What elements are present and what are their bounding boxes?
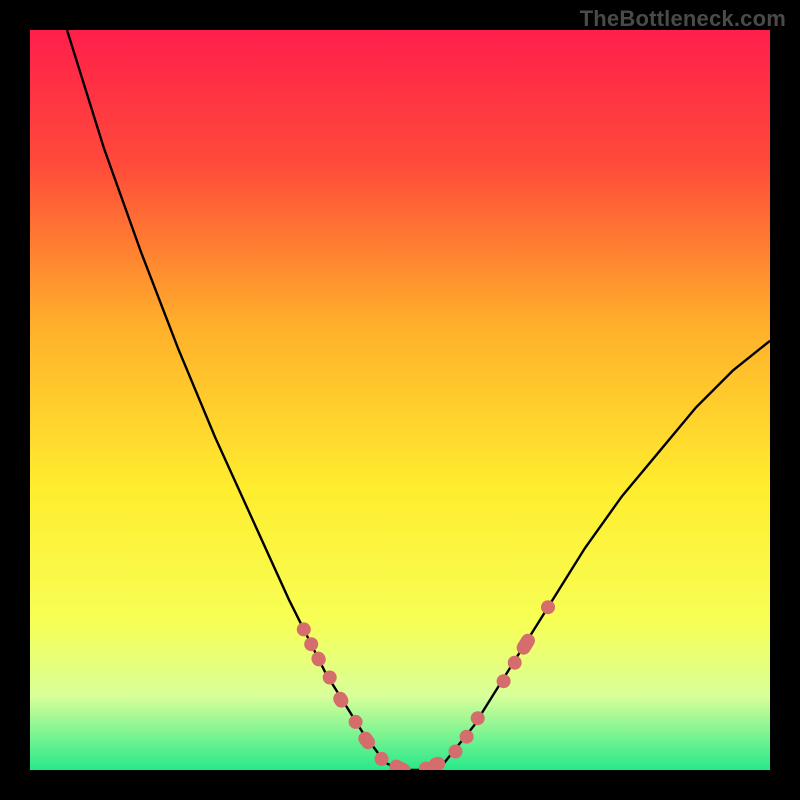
data-point: [508, 656, 522, 670]
data-point: [449, 745, 463, 759]
data-point: [297, 622, 311, 636]
data-point: [497, 674, 511, 688]
chart-svg: [30, 30, 770, 770]
chart-container: TheBottleneck.com: [0, 0, 800, 800]
data-point: [471, 711, 485, 725]
data-point: [349, 715, 363, 729]
data-point: [541, 600, 555, 614]
data-point: [304, 637, 318, 651]
data-point: [460, 730, 474, 744]
watermark-text: TheBottleneck.com: [580, 6, 786, 32]
data-point: [375, 752, 389, 766]
data-point: [323, 671, 337, 685]
plot-area: [30, 30, 770, 770]
gradient-background: [30, 30, 770, 770]
